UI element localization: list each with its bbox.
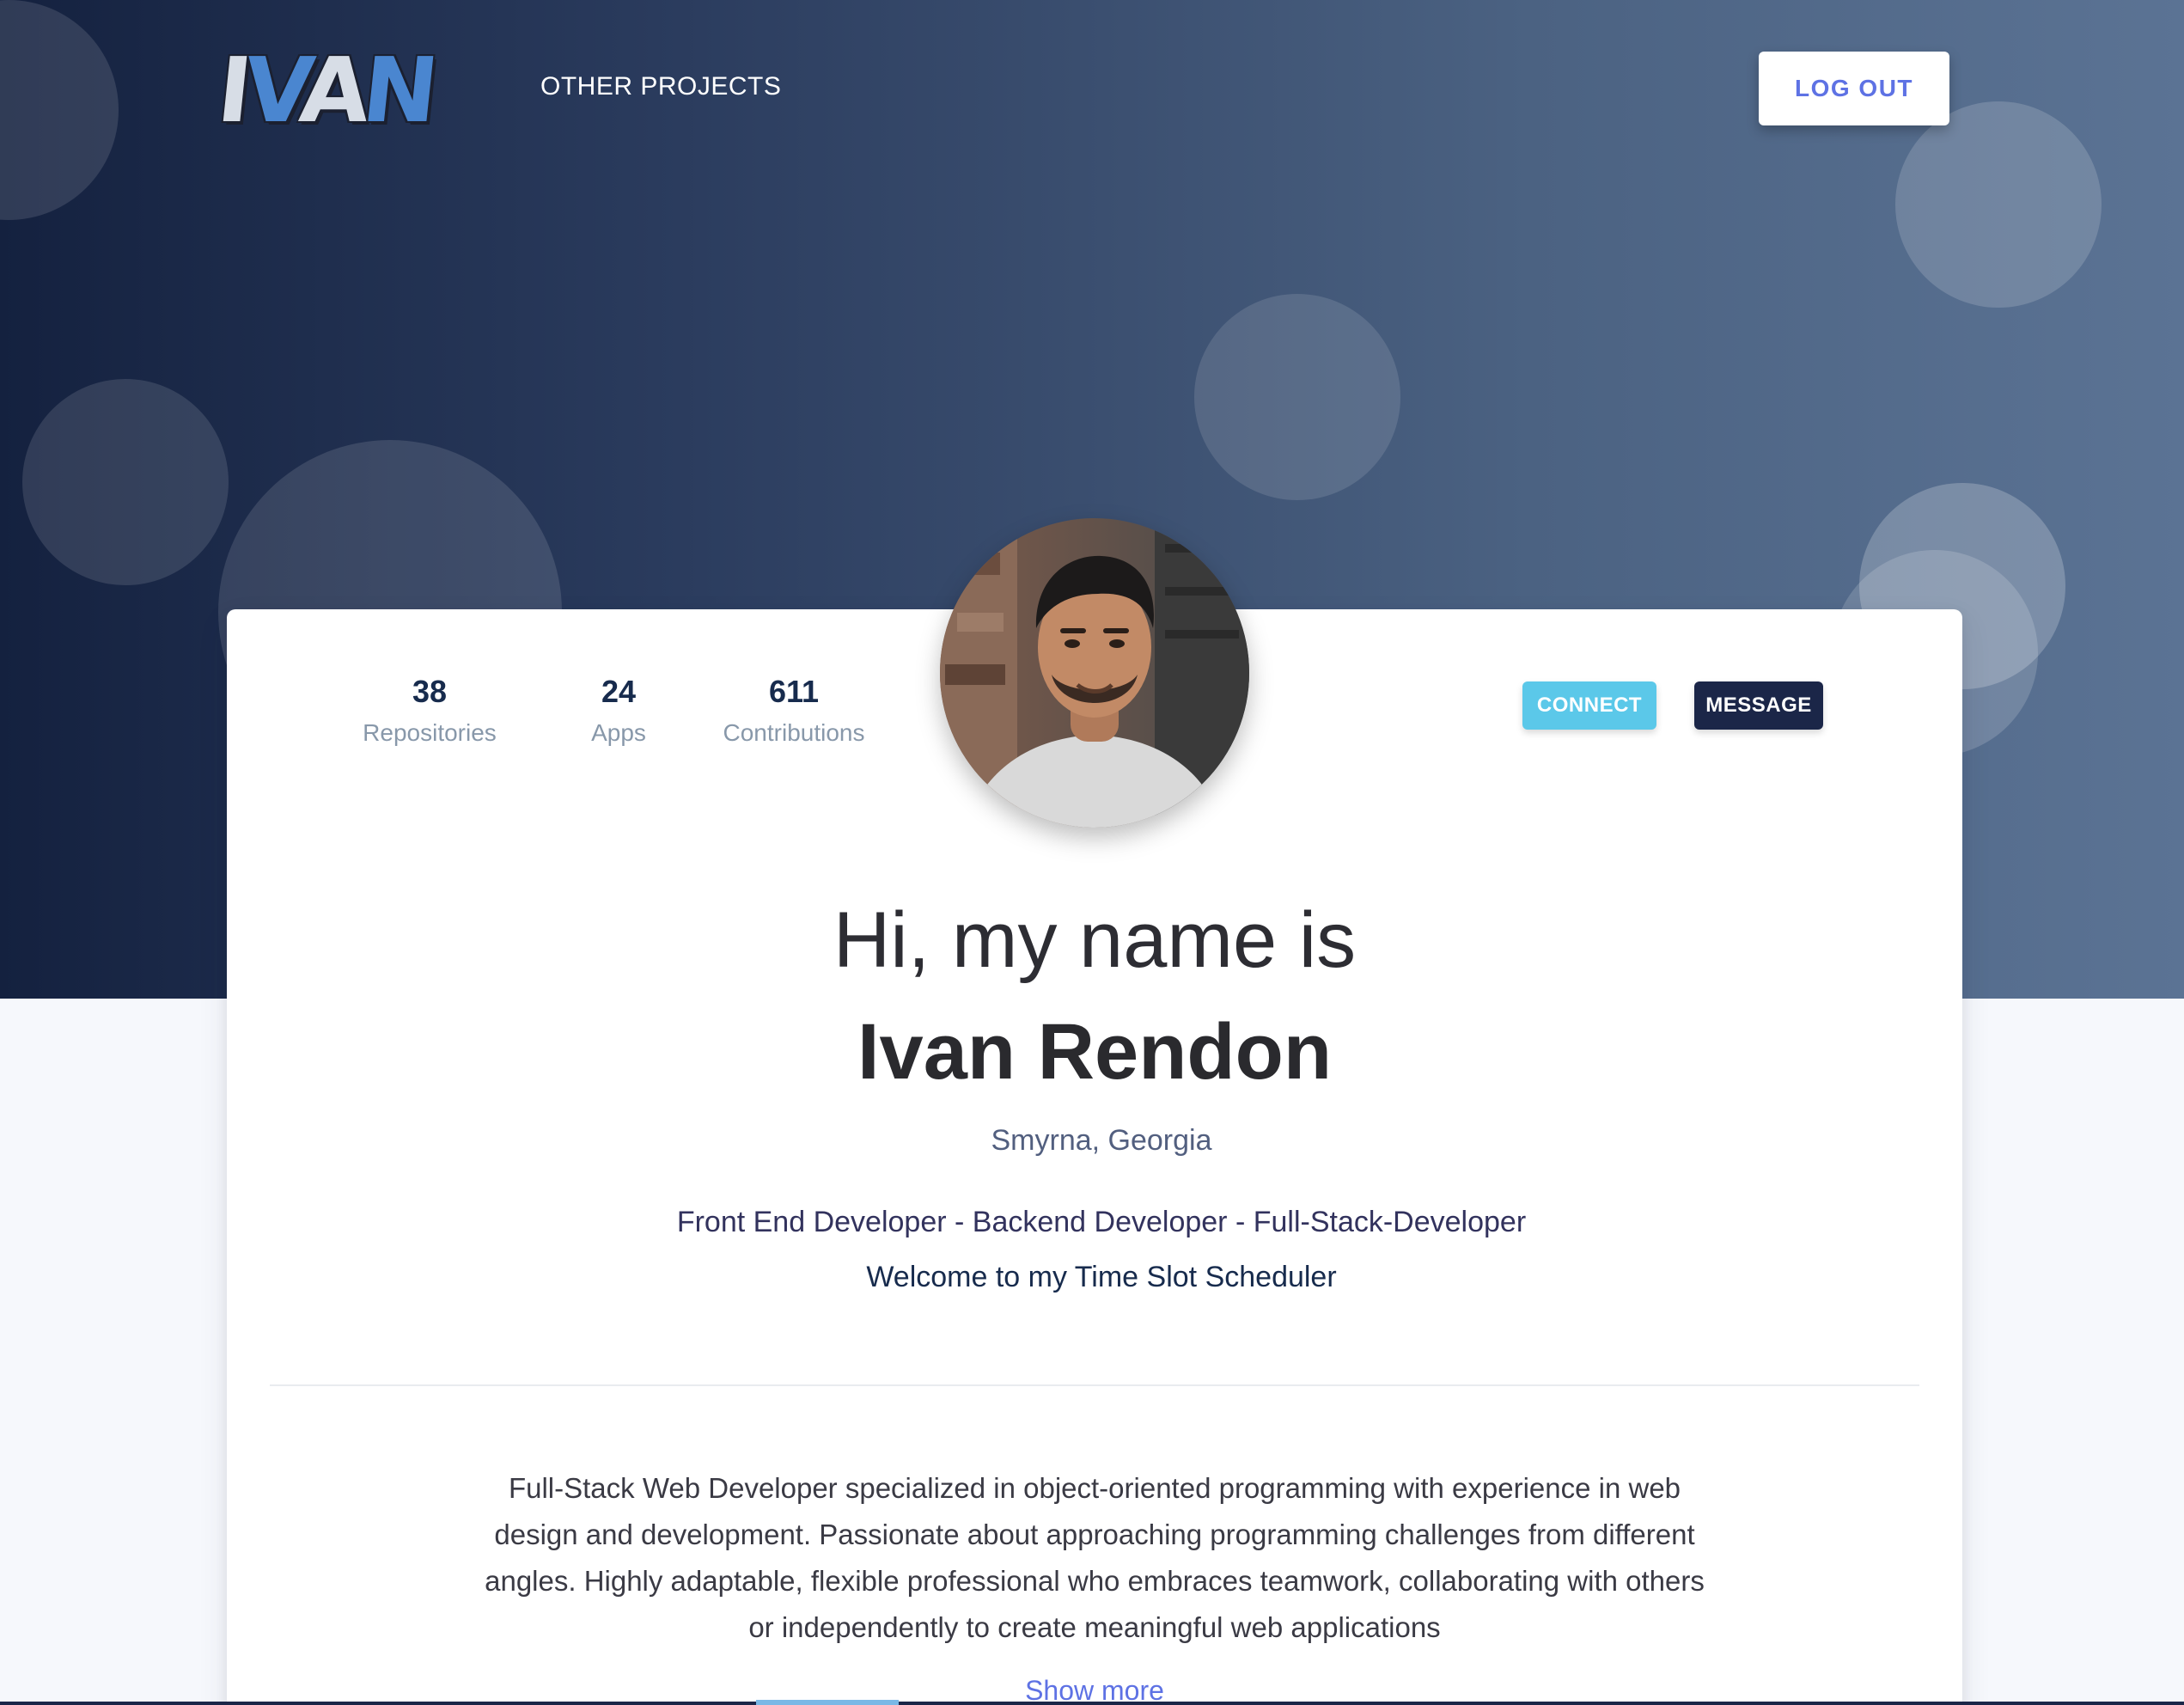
profile-name: Ivan Rendon bbox=[857, 1008, 1333, 1096]
stat-apps: 24 Apps bbox=[550, 668, 687, 750]
section-divider bbox=[270, 1384, 1919, 1386]
profile-bio: Full-Stack Web Developer specialized in … bbox=[485, 1472, 1705, 1643]
profile-location: Smyrna, Georgia bbox=[991, 1124, 1212, 1157]
welcome-text: Welcome to my Time Slot Scheduler bbox=[866, 1261, 1337, 1293]
connect-button[interactable]: CONNECT bbox=[1522, 681, 1656, 730]
scroll-indicator bbox=[756, 1700, 899, 1705]
profile-roles: Front End Developer - Backend Developer … bbox=[676, 1206, 1527, 1238]
stat-repositories: 38 Repositories bbox=[330, 668, 529, 750]
greeting-heading: Hi, my name is bbox=[833, 896, 1357, 984]
profile-avatar bbox=[940, 518, 1249, 828]
logo-wordmark: IVAN bbox=[212, 38, 437, 143]
top-navbar: IVAN OTHER PROJECTS LOG OUT bbox=[0, 0, 2184, 180]
stat-label: Contributions bbox=[723, 719, 865, 746]
site-logo[interactable]: IVAN bbox=[213, 34, 437, 146]
stat-value: 611 bbox=[768, 674, 820, 709]
logout-button[interactable]: LOG OUT bbox=[1759, 52, 1949, 125]
stat-label: Apps bbox=[591, 719, 646, 746]
stat-contributions: 611 Contributions bbox=[682, 668, 906, 750]
decorative-circle bbox=[22, 379, 229, 585]
decorative-circle bbox=[1194, 294, 1400, 500]
stat-value: 38 bbox=[412, 674, 448, 709]
nav-link-other-projects[interactable]: OTHER PROJECTS bbox=[540, 72, 781, 101]
stat-label: Repositories bbox=[363, 719, 497, 746]
stat-value: 24 bbox=[601, 674, 637, 709]
message-button[interactable]: MESSAGE bbox=[1694, 681, 1823, 730]
show-more-link[interactable]: Show more bbox=[227, 1675, 1962, 1705]
profile-card: 38 Repositories 24 Apps 611 Contribution… bbox=[227, 518, 1962, 1705]
bottom-bar bbox=[0, 1702, 2184, 1705]
avatar-portrait bbox=[940, 518, 1249, 828]
